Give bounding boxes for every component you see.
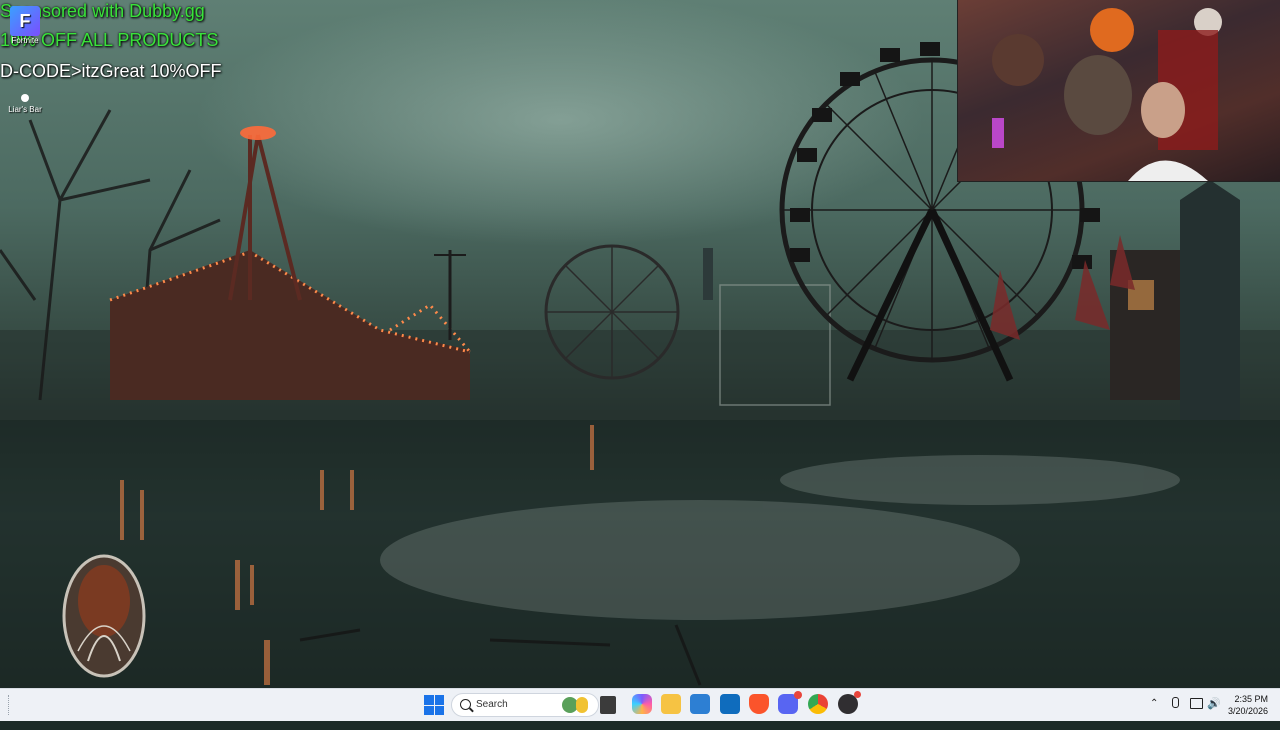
- taskbar-search-box[interactable]: Search: [451, 693, 599, 717]
- search-highlight-icon: [576, 697, 588, 713]
- search-icon: [460, 699, 471, 710]
- clock-date: 3/20/2026: [1227, 706, 1268, 716]
- desktop-icon-label: Fortnite: [11, 36, 39, 45]
- microphone-icon[interactable]: [1172, 697, 1179, 729]
- game-emblem: [62, 554, 146, 678]
- brave-icon[interactable]: [749, 694, 769, 714]
- fortnite-icon: F: [10, 6, 40, 36]
- webcam-overlay: [957, 0, 1280, 182]
- clock-time: 2:35 PM: [1234, 694, 1268, 704]
- liars-bar-icon: [21, 94, 29, 102]
- taskbar-left-edge: [8, 695, 12, 715]
- volume-icon[interactable]: 🔊: [1207, 697, 1221, 729]
- windows-logo-pane: [434, 695, 444, 705]
- file-explorer-icon[interactable]: [661, 694, 681, 714]
- obs-icon[interactable]: [838, 691, 861, 714]
- discount-code-line: D-CODE>itzGreat 10%OFF: [0, 61, 222, 81]
- outlook-icon[interactable]: [720, 694, 740, 714]
- desktop-icon-fortnite[interactable]: F Fortnite: [5, 6, 45, 45]
- start-button[interactable]: [424, 695, 444, 715]
- discord-icon[interactable]: [778, 691, 802, 714]
- webcam-feed: [992, 8, 1222, 181]
- notification-badge: [794, 691, 802, 699]
- system-clock[interactable]: 2:35 PM 3/20/2026: [1228, 693, 1268, 717]
- show-hidden-icons-chevron-icon[interactable]: ⌃: [1150, 698, 1158, 730]
- desktop-icon-liars-bar[interactable]: Liar's Bar: [5, 94, 45, 114]
- windows-logo-pane: [434, 705, 444, 715]
- windows-logo-pane: [424, 705, 434, 715]
- search-placeholder: Search: [476, 699, 508, 710]
- windows-logo-pane: [424, 695, 434, 705]
- microsoft-store-icon[interactable]: [690, 694, 710, 714]
- task-view-icon[interactable]: [600, 696, 616, 714]
- desktop-icon-label: Liar's Bar: [8, 105, 42, 114]
- copilot-icon[interactable]: [632, 694, 652, 714]
- network-icon[interactable]: [1190, 698, 1203, 730]
- chrome-icon[interactable]: [808, 694, 828, 714]
- notification-badge: [854, 691, 861, 698]
- taskbar: Search ⌃ 🔊 2:35 PM 3/20/2026: [0, 688, 1280, 721]
